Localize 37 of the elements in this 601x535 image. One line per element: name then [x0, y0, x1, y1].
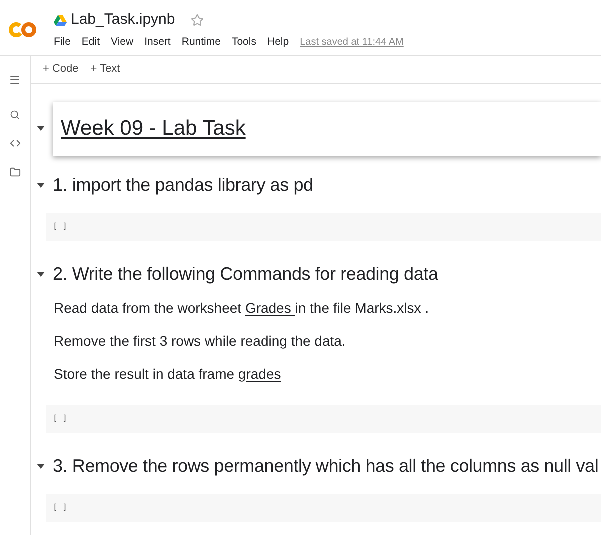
section-heading: Week 09 - Lab Task — [61, 116, 246, 142]
code-cell[interactable]: [ ] — [46, 213, 601, 241]
section-heading: 2. Write the following Commands for reading data — [53, 263, 438, 286]
caret-icon[interactable] — [37, 464, 45, 470]
menu-item[interactable]: File — [54, 34, 71, 50]
menu-item[interactable]: Insert — [144, 34, 171, 50]
caret-icon[interactable] — [37, 272, 45, 278]
selected-cell[interactable]: Week 09 - Lab Task — [53, 102, 601, 156]
paragraph-text: Remove the first 3 rows while reading the data. — [54, 332, 347, 351]
text-cell[interactable]: 1. import the pandas library as pd — [53, 172, 601, 199]
menu-item[interactable]: View — [111, 34, 134, 50]
run-prompt: [ ] — [53, 502, 68, 514]
paragraph-text: Store the result in data frame grades — [54, 365, 282, 384]
text-cell[interactable]: 2. Write the following Commands for reading data — [53, 261, 601, 288]
code-cell[interactable]: [ ] — [46, 494, 601, 522]
last-saved-link[interactable]: Last saved at 11:44 AM — [300, 34, 404, 50]
menu-item[interactable]: Edit — [82, 34, 100, 50]
code-icon[interactable] — [10, 138, 20, 149]
menu-item[interactable]: Tools — [232, 34, 256, 50]
run-prompt: [ ] — [53, 221, 68, 233]
section-heading: 1. import the pandas library as pd — [53, 174, 314, 197]
paragraph-text: Read data from the worksheet Grades in the file Marks.xlsx . — [54, 299, 430, 318]
run-prompt: [ ] — [53, 413, 68, 425]
caret-icon[interactable] — [37, 182, 45, 188]
logo-icon[interactable] — [9, 22, 37, 38]
drive-icon — [54, 14, 67, 26]
star-icon[interactable] — [191, 14, 204, 27]
table-of-contents-icon[interactable] — [9, 74, 21, 86]
caret-icon[interactable] — [37, 126, 45, 132]
menu-item[interactable]: Help — [267, 34, 290, 50]
code-cell[interactable]: [ ] — [46, 405, 601, 433]
search-icon[interactable] — [10, 110, 20, 120]
menu-item[interactable]: Runtime — [182, 34, 221, 50]
toolbar-button[interactable]: + Text — [90, 61, 120, 78]
folder-icon[interactable] — [10, 167, 20, 178]
notebook-title[interactable]: Lab_Task.ipynb — [71, 9, 176, 32]
toolbar-button[interactable]: + Code — [43, 61, 79, 78]
